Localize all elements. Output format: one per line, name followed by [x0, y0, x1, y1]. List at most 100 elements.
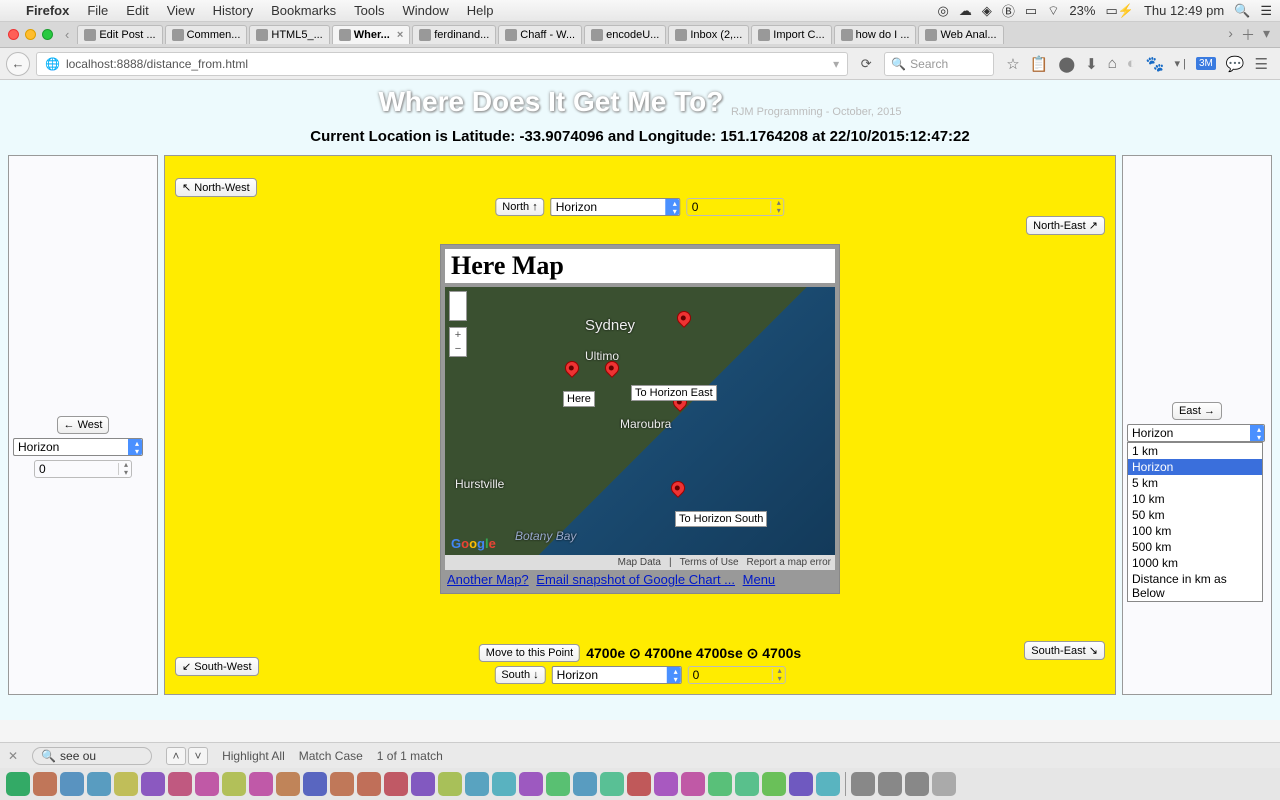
map-canvas[interactable]: +− Sydney Ultimo Maroubra Hurstville Bot…: [445, 287, 835, 555]
browser-tab[interactable]: Chaff - W...: [498, 25, 582, 44]
dock-app-icon[interactable]: [60, 772, 84, 796]
battery-percent[interactable]: 23%: [1069, 3, 1095, 18]
email-snapshot-link[interactable]: Email snapshot of Google Chart ...: [536, 572, 735, 587]
dropdown-option[interactable]: 5 km: [1128, 475, 1262, 491]
dropdown-option[interactable]: 50 km: [1128, 507, 1262, 523]
browser-tab[interactable]: HTML5_...: [249, 25, 329, 44]
wifi-icon[interactable]: ⌔: [1047, 3, 1059, 19]
find-input[interactable]: 🔍 see ou: [32, 747, 152, 765]
browser-tab[interactable]: Inbox (2,...: [668, 25, 749, 44]
tabs-menu-icon[interactable]: ▾: [1263, 25, 1270, 45]
tab-scroll-left-icon[interactable]: ‹: [65, 27, 69, 42]
dropdown-option[interactable]: 1 km: [1128, 443, 1262, 459]
status-icon[interactable]: Ⓑ: [1002, 1, 1015, 20]
menu-help[interactable]: Help: [467, 3, 494, 18]
west-distance-input[interactable]: 0▴▾: [34, 460, 132, 478]
dock-app-icon[interactable]: [141, 772, 165, 796]
browser-tab[interactable]: Wher...×: [332, 25, 411, 44]
dock-app-icon[interactable]: [168, 772, 192, 796]
dock-app-icon[interactable]: [465, 772, 489, 796]
dock-app-icon[interactable]: [681, 772, 705, 796]
menu-window[interactable]: Window: [403, 3, 449, 18]
menu-tools[interactable]: Tools: [354, 3, 384, 18]
home-icon[interactable]: ⌂: [1108, 55, 1117, 72]
east-distance-select[interactable]: Horizon▴▾: [1127, 424, 1265, 442]
addon-icon[interactable]: 🐾: [1146, 55, 1165, 73]
chat-icon[interactable]: 💬: [1226, 55, 1245, 73]
dropdown-option[interactable]: 500 km: [1128, 539, 1262, 555]
airplay-icon[interactable]: ▭: [1025, 3, 1037, 19]
north-west-button[interactable]: ↖ North-West: [175, 178, 257, 197]
dock-app-icon[interactable]: [816, 772, 840, 796]
north-button[interactable]: North ↑: [495, 198, 544, 216]
window-controls[interactable]: [8, 29, 53, 40]
browser-tab[interactable]: Commen...: [165, 25, 248, 44]
dock-app-icon[interactable]: [276, 772, 300, 796]
dock-app-icon[interactable]: [519, 772, 543, 796]
find-next-button[interactable]: ˅: [188, 747, 208, 765]
map-pin-icon[interactable]: [674, 308, 694, 328]
dock-app-icon[interactable]: [905, 772, 929, 796]
dock-app-icon[interactable]: [249, 772, 273, 796]
dock-app-icon[interactable]: [492, 772, 516, 796]
menu-view[interactable]: View: [167, 3, 195, 18]
dock-app-icon[interactable]: [789, 772, 813, 796]
pocket-icon[interactable]: ⬤: [1058, 55, 1075, 73]
browser-tab[interactable]: encodeU...: [584, 25, 666, 44]
sync-icon[interactable]: ◐: [1127, 55, 1136, 72]
west-distance-select[interactable]: Horizon▴▾: [13, 438, 143, 456]
dock-app-icon[interactable]: [195, 772, 219, 796]
zoom-controls[interactable]: +−: [449, 327, 467, 357]
south-distance-input[interactable]: 0▴▾: [688, 666, 786, 684]
dock-app-icon[interactable]: [114, 772, 138, 796]
dock-app-icon[interactable]: [411, 772, 435, 796]
match-case-toggle[interactable]: Match Case: [299, 749, 363, 763]
dock-app-icon[interactable]: [357, 772, 381, 796]
menu-app[interactable]: Firefox: [26, 3, 69, 18]
badge[interactable]: 3M: [1196, 57, 1216, 70]
status-icon[interactable]: ◎: [938, 3, 949, 19]
map-pin-icon[interactable]: [668, 478, 688, 498]
dock-app-icon[interactable]: [654, 772, 678, 796]
menu-history[interactable]: History: [213, 3, 253, 18]
dropdown-option[interactable]: Distance in km as Below: [1128, 571, 1262, 601]
clipboard-icon[interactable]: 📋: [1030, 55, 1049, 73]
close-window-icon[interactable]: [8, 29, 19, 40]
browser-tab[interactable]: how do I ...: [834, 25, 917, 44]
north-east-button[interactable]: North-East ↗: [1026, 216, 1105, 235]
dock-app-icon[interactable]: [627, 772, 651, 796]
south-east-button[interactable]: South-East ↘: [1024, 641, 1105, 660]
map-pin-icon[interactable]: [562, 358, 582, 378]
spotlight-icon[interactable]: 🔍: [1234, 3, 1250, 19]
clock[interactable]: Thu 12:49 pm: [1144, 3, 1224, 18]
north-distance-input[interactable]: 0▴▾: [687, 198, 785, 216]
dock-app-icon[interactable]: [6, 772, 30, 796]
east-button[interactable]: East →: [1172, 402, 1222, 420]
browser-tab[interactable]: Web Anal...: [918, 25, 1003, 44]
dock-app-icon[interactable]: [222, 772, 246, 796]
dock-app-icon[interactable]: [573, 772, 597, 796]
dock-app-icon[interactable]: [600, 772, 624, 796]
map-terms-link[interactable]: Terms of Use: [680, 557, 739, 568]
map-data-link[interactable]: Map Data: [618, 557, 661, 568]
map-report-link[interactable]: Report a map error: [747, 557, 831, 568]
dock-app-icon[interactable]: [438, 772, 462, 796]
north-distance-select[interactable]: Horizon▴▾: [551, 198, 681, 216]
west-button[interactable]: ← West: [57, 416, 110, 434]
url-input[interactable]: 🌐 localhost:8888/distance_from.html ▾: [36, 52, 848, 76]
find-prev-button[interactable]: ˄: [166, 747, 186, 765]
move-to-point-button[interactable]: Move to this Point: [479, 644, 580, 662]
close-find-icon[interactable]: ✕: [8, 749, 18, 763]
menu-file[interactable]: File: [87, 3, 108, 18]
dropdown-option[interactable]: 1000 km: [1128, 555, 1262, 571]
hamburger-icon[interactable]: ☰: [1255, 55, 1268, 73]
menu-bookmarks[interactable]: Bookmarks: [271, 3, 336, 18]
status-icon[interactable]: ☁: [959, 3, 972, 19]
dock-trash-icon[interactable]: [932, 772, 956, 796]
south-distance-select[interactable]: Horizon▴▾: [552, 666, 682, 684]
menu-icon[interactable]: ☰: [1260, 3, 1272, 19]
another-map-link[interactable]: Another Map?: [447, 572, 529, 587]
tab-scroll-right-icon[interactable]: ›: [1228, 25, 1233, 45]
browser-tab[interactable]: Import C...: [751, 25, 831, 44]
dock-app-icon[interactable]: [33, 772, 57, 796]
